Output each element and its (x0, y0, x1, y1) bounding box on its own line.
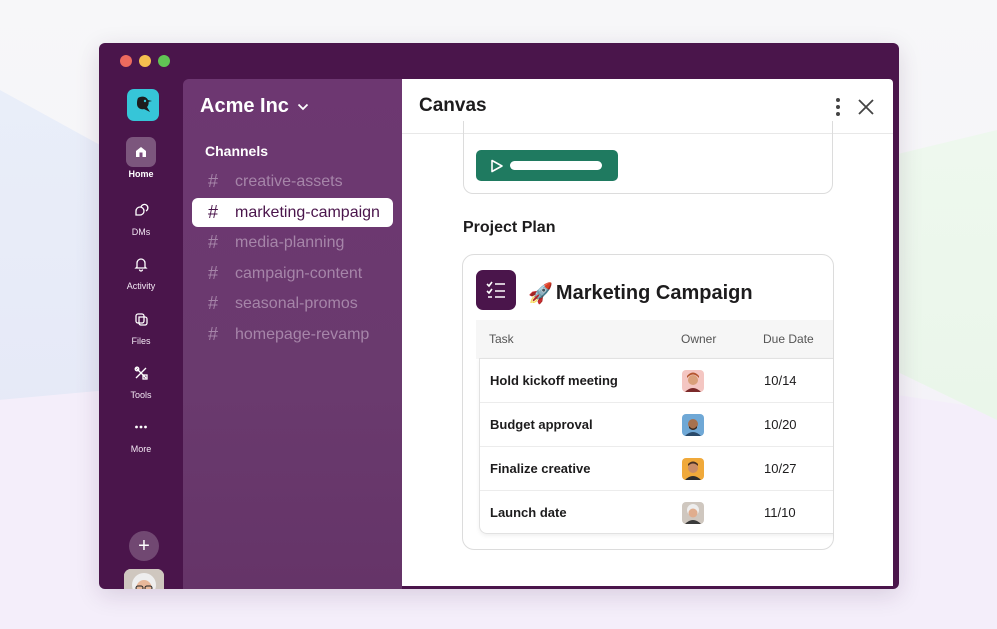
bird-logo-icon (137, 96, 152, 112)
task-cell: Budget approval (490, 417, 593, 432)
owner-avatar[interactable] (682, 370, 704, 392)
owner-avatar[interactable] (682, 458, 704, 480)
workspace-logo[interactable] (127, 89, 159, 121)
maximize-window-button[interactable] (158, 55, 170, 67)
table-header: Task Owner Due Date (476, 320, 833, 359)
chevron-down-icon (297, 103, 309, 110)
project-title: 🚀 Marketing Campaign (528, 281, 753, 306)
hash-icon: # (208, 324, 219, 344)
due-date-cell: 10/20 (764, 417, 797, 432)
table-body: Hold kickoff meeting 10/14 Budget approv… (479, 358, 833, 535)
due-date-cell: 11/10 (764, 505, 796, 520)
channel-label: homepage-revamp (235, 325, 370, 343)
workspace-rail: Home DMs Activity Files Tools More + (99, 79, 183, 589)
channel-sidebar: Acme Inc Channels # creative-assets # ma… (183, 79, 402, 589)
rail-item-files[interactable]: Files (99, 304, 183, 346)
task-cell: Launch date (490, 505, 567, 520)
channel-label: marketing-campaign (235, 203, 380, 221)
dm-icon (126, 195, 156, 225)
channel-item-marketing-campaign[interactable]: # marketing-campaign (192, 198, 393, 227)
channels-heading[interactable]: Channels (205, 143, 268, 159)
channel-label: seasonal-promos (235, 294, 358, 312)
project-title-text: Marketing Campaign (555, 282, 753, 304)
rail-item-tools[interactable]: Tools (99, 358, 183, 400)
rail-label-tools: Tools (130, 390, 152, 400)
table-row[interactable]: Budget approval 10/20 (480, 403, 833, 447)
rail-label-home: Home (128, 169, 154, 179)
workspace-name: Acme Inc (200, 95, 289, 117)
close-icon[interactable] (855, 96, 877, 118)
hash-icon: # (208, 171, 219, 191)
section-title: Project Plan (463, 219, 556, 236)
add-workspace-button[interactable]: + (129, 531, 159, 561)
workspace-switcher[interactable]: Acme Inc (200, 95, 309, 118)
table-row[interactable]: Finalize creative 10/27 (480, 447, 833, 491)
user-avatar-image (124, 569, 164, 589)
table-row[interactable]: Launch date 11/10 (480, 491, 833, 535)
hash-icon: # (208, 293, 219, 313)
tools-icon (126, 358, 156, 388)
column-header-owner[interactable]: Owner (681, 332, 716, 346)
video-card (463, 121, 833, 194)
task-cell: Finalize creative (490, 461, 591, 476)
channel-item-seasonal-promos[interactable]: # seasonal-promos (192, 289, 393, 318)
play-button[interactable] (476, 150, 618, 181)
task-cell: Hold kickoff meeting (490, 373, 618, 388)
rail-item-more[interactable]: More (99, 412, 183, 454)
more-icon (126, 412, 156, 442)
channel-label: creative-assets (235, 172, 343, 190)
channel-item-homepage-revamp[interactable]: # homepage-revamp (192, 320, 393, 349)
hash-icon: # (208, 232, 219, 252)
home-icon (126, 137, 156, 167)
rail-label-dms: DMs (131, 227, 151, 237)
files-icon (126, 304, 156, 334)
rail-item-home[interactable]: Home (99, 137, 183, 179)
user-avatar[interactable] (124, 569, 164, 589)
due-date-cell: 10/27 (764, 461, 797, 476)
window-controls (120, 55, 170, 67)
close-window-button[interactable] (120, 55, 132, 67)
hash-icon: # (208, 202, 219, 222)
checklist-icon (476, 270, 516, 310)
column-header-due-date[interactable]: Due Date (763, 332, 814, 346)
due-date-cell: 10/14 (764, 373, 797, 388)
canvas-panel: Canvas Project Plan 🚀 Marketing Campaign… (402, 79, 893, 586)
channel-label: campaign-content (235, 264, 363, 282)
table-row[interactable]: Hold kickoff meeting 10/14 (480, 359, 833, 403)
channel-item-media-planning[interactable]: # media-planning (192, 228, 393, 257)
rail-item-dms[interactable]: DMs (99, 195, 183, 237)
app-window: Home DMs Activity Files Tools More + Acm… (99, 43, 899, 589)
channel-item-creative-assets[interactable]: # creative-assets (192, 167, 393, 196)
minimize-window-button[interactable] (139, 55, 151, 67)
hash-icon: # (208, 263, 219, 283)
rocket-icon: 🚀 (528, 283, 553, 305)
more-options-icon[interactable] (831, 96, 845, 118)
rail-label-activity: Activity (126, 281, 156, 291)
owner-avatar[interactable] (682, 414, 704, 436)
rail-label-files: Files (131, 336, 151, 346)
bell-icon (126, 249, 156, 279)
video-progress-bar (510, 161, 602, 170)
canvas-title: Canvas (419, 95, 487, 116)
project-list-card: 🚀 Marketing Campaign Task Owner Due Date… (462, 254, 834, 550)
rail-label-more: More (130, 444, 152, 454)
channel-item-campaign-content[interactable]: # campaign-content (192, 259, 393, 288)
column-header-task[interactable]: Task (489, 332, 514, 346)
owner-avatar[interactable] (682, 502, 704, 524)
rail-item-activity[interactable]: Activity (99, 249, 183, 291)
play-icon (491, 159, 503, 172)
channel-label: media-planning (235, 233, 345, 251)
